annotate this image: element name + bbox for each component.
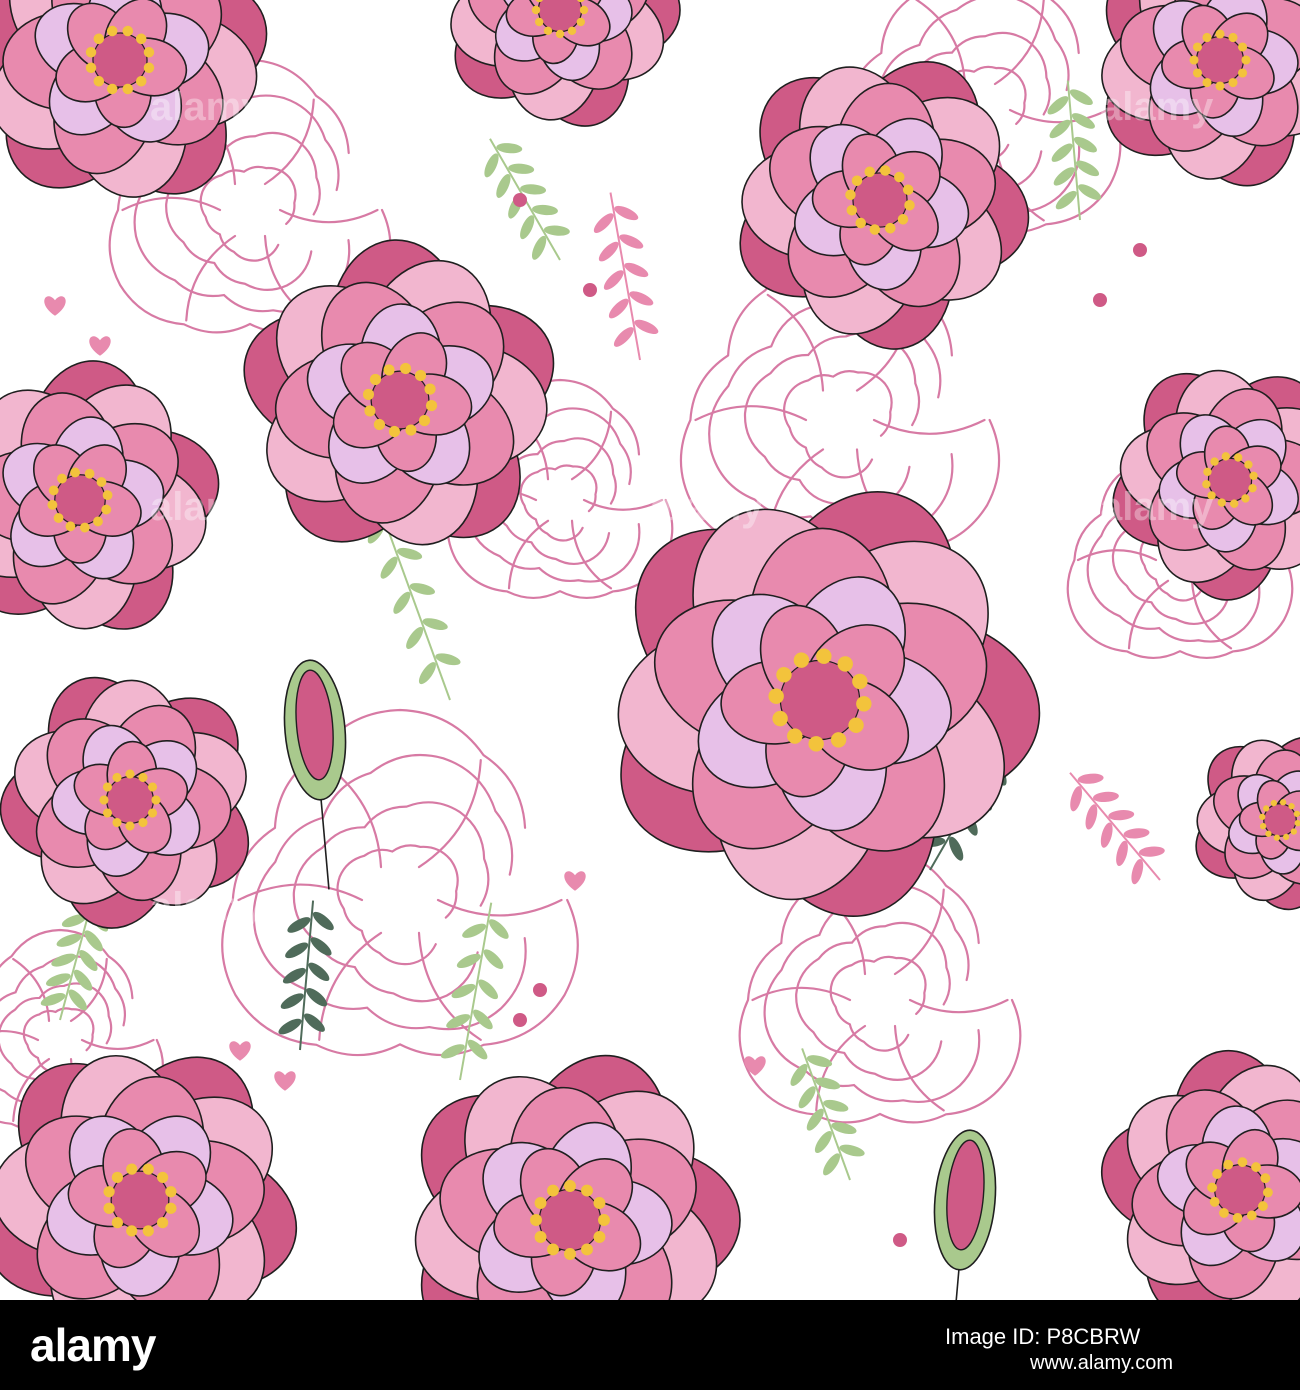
berry-icon — [1093, 293, 1107, 307]
leaf-sprig-icon — [593, 192, 659, 361]
berry-icon — [533, 983, 547, 997]
rose-flower-icon — [414, 1054, 741, 1300]
floral-pattern-svg — [0, 0, 1300, 1300]
rose-flower-icon — [1195, 736, 1300, 911]
heart-icon — [44, 296, 66, 316]
rose-flower-icon — [0, 1054, 298, 1300]
rose-flower-icon — [0, 360, 220, 630]
berry-icon — [513, 1013, 527, 1027]
rose-bud-icon — [933, 1129, 997, 1300]
rose-flower-icon — [0, 0, 268, 198]
stock-footer-bar: alamy Image ID: P8CBRW www.alamy.com — [0, 1300, 1300, 1390]
rose-flower-icon — [1112, 369, 1300, 601]
leaf-sprig-icon — [1069, 772, 1165, 885]
heart-icon — [274, 1071, 296, 1091]
rose-flower-icon — [1100, 1049, 1300, 1300]
image-id-label: Image ID: P8CBRW — [945, 1324, 1141, 1349]
rose-flower-icon — [243, 239, 555, 546]
rose-bud-icon — [283, 659, 347, 890]
heart-icon — [89, 336, 111, 356]
berry-icon — [1133, 243, 1147, 257]
floral-pattern-artwork: alamy alamy alamy alamy alamy alamy alamy alamy… — [0, 0, 1300, 1300]
rose-flower-icon — [450, 0, 681, 127]
heart-icon — [564, 871, 586, 891]
alamy-logo: alamy — [30, 1318, 156, 1372]
logo-text: alamy — [30, 1319, 156, 1371]
heart-icon — [229, 1041, 251, 1061]
rose-flower-icon-outline — [221, 708, 579, 1057]
berry-icon — [893, 1233, 907, 1247]
rose-flower-icon — [0, 676, 250, 929]
berry-icon — [513, 193, 527, 207]
leaf-sprig-icon — [440, 902, 509, 1081]
leaf-sprig-icon — [790, 1048, 865, 1181]
leaf-sprig-icon — [278, 900, 334, 1051]
footer-url: www.alamy.com — [1030, 1352, 1173, 1374]
berry-icon — [583, 283, 597, 297]
heart-icon — [744, 1056, 766, 1076]
rose-flower-icon — [617, 490, 1041, 917]
